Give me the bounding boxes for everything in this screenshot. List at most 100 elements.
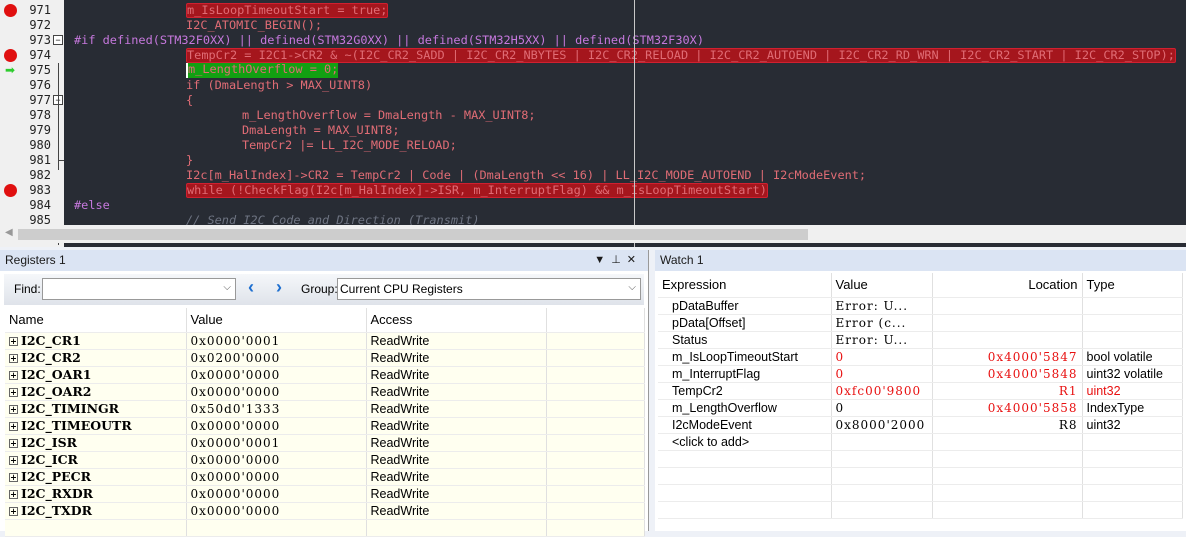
code-line[interactable]: I2c[m_HalIndex]->CR2 = TempCr2 | Code | … — [186, 168, 866, 183]
find-input[interactable]: ⌵ — [42, 278, 236, 300]
watch-expression[interactable]: Status — [658, 331, 832, 349]
expand-icon[interactable]: + — [9, 405, 18, 414]
watch-value[interactable]: 0xfc00'9800 — [831, 382, 933, 400]
code-line[interactable]: } — [186, 153, 193, 168]
next-icon[interactable]: › — [276, 277, 282, 298]
watch-row[interactable]: TempCr2 0xfc00'9800 R1 uint32 — [658, 382, 1183, 400]
register-row[interactable]: + I2C_TIMINGR 0x50d0'1333 ReadWrite — [5, 400, 645, 418]
group-select[interactable]: Current CPU Registers ⌵ — [337, 278, 641, 300]
pin-icon[interactable]: ⊥ — [611, 254, 627, 266]
code-line[interactable]: TempCr2 = I2C1->CR2 & ~(I2C_CR2_SADD | I… — [186, 48, 1176, 63]
code-line[interactable]: m_LengthOverflow = DmaLength - MAX_UINT8… — [242, 108, 536, 123]
add-watch-row[interactable]: <click to add> — [658, 433, 1183, 451]
watch-value[interactable]: 0 — [831, 399, 933, 417]
watch-row[interactable]: Status Error: U... — [658, 331, 1183, 349]
register-row[interactable]: + I2C_OAR1 0x0000'0000 ReadWrite — [5, 366, 645, 384]
horizontal-scrollbar[interactable]: ◀ — [0, 225, 1186, 243]
watch-row[interactable]: m_LengthOverflow 0 0x4000'5858 IndexType — [658, 399, 1183, 417]
column-header-value[interactable]: Value — [831, 273, 933, 298]
previous-icon[interactable]: ‹ — [248, 277, 254, 298]
chevron-down-icon[interactable]: ⌵ — [223, 282, 231, 293]
code-line[interactable]: #if defined(STM32F0XX) || defined(STM32G… — [74, 33, 704, 48]
close-icon[interactable]: ✕ — [627, 254, 642, 266]
watch-value[interactable]: 0x8000'2000 — [831, 416, 933, 434]
chevron-down-icon[interactable]: ⌵ — [628, 282, 636, 293]
watch-expression[interactable]: m_IsLoopTimeoutStart — [658, 348, 832, 366]
register-value[interactable]: 0x0000'0000 — [186, 383, 367, 401]
register-value[interactable]: 0x0000'0001 — [186, 434, 367, 452]
scroll-left-icon[interactable]: ◀ — [5, 227, 13, 238]
watch-value[interactable]: 0 — [831, 348, 933, 366]
column-header-type[interactable]: Type — [1082, 273, 1183, 298]
expand-icon[interactable]: + — [9, 354, 18, 363]
watch-row[interactable]: m_InterruptFlag 0 0x4000'5848 uint32 volati… — [658, 365, 1183, 383]
code-line[interactable]: { — [186, 93, 193, 108]
register-row[interactable]: + I2C_TXDR 0x0000'0000 ReadWrite — [5, 502, 645, 520]
watch-row[interactable]: pData[Offset] Error (c... — [658, 314, 1183, 332]
expand-icon[interactable]: + — [9, 371, 18, 380]
dropdown-icon[interactable]: ▼ — [594, 254, 611, 266]
column-header-location[interactable]: Location — [932, 273, 1083, 298]
register-value[interactable]: 0x0000'0001 — [186, 332, 367, 350]
expand-icon[interactable]: + — [9, 456, 18, 465]
watch-value[interactable]: Error: U... — [831, 331, 933, 349]
code-line[interactable]: m_LengthOverflow = 0; — [186, 63, 339, 78]
column-header-name[interactable]: Name — [5, 308, 187, 333]
expand-icon[interactable]: + — [9, 337, 18, 346]
register-row[interactable]: + I2C_CR1 0x0000'0001 ReadWrite — [5, 332, 645, 350]
register-row[interactable]: + I2C_ISR 0x0000'0001 ReadWrite — [5, 434, 645, 452]
register-value[interactable]: 0x0200'0000 — [186, 349, 367, 367]
breakpoint-icon[interactable] — [4, 4, 17, 17]
column-header-expression[interactable]: Expression — [658, 273, 832, 298]
register-row[interactable]: + I2C_TIMEOUTR 0x0000'0000 ReadWrite — [5, 417, 645, 435]
watch-row[interactable]: I2cModeEvent 0x8000'2000 R8 uint32 — [658, 416, 1183, 434]
breakpoint-icon[interactable] — [4, 184, 17, 197]
register-value[interactable]: 0x0000'0000 — [186, 366, 367, 384]
add-watch-placeholder[interactable]: <click to add> — [658, 433, 832, 451]
expand-icon[interactable]: + — [9, 388, 18, 397]
watch-expression[interactable]: pData[Offset] — [658, 314, 832, 332]
register-value[interactable]: 0x0000'0000 — [186, 468, 367, 486]
watch-expression[interactable]: I2cModeEvent — [658, 416, 832, 434]
register-row[interactable]: + I2C_OAR2 0x0000'0000 ReadWrite — [5, 383, 645, 401]
code-line[interactable]: m_IsLoopTimeoutStart = true; — [186, 3, 389, 18]
editor-gutter[interactable]: 971972973−974➡975976977−9789799809819829… — [0, 0, 64, 247]
expand-icon[interactable]: + — [9, 507, 18, 516]
scrollbar-thumb[interactable] — [18, 229, 808, 240]
breakpoint-icon[interactable] — [4, 49, 17, 62]
watch-value[interactable]: Error: U... — [831, 297, 933, 315]
expand-icon[interactable]: + — [9, 473, 18, 482]
register-value[interactable]: 0x0000'0000 — [186, 485, 367, 503]
register-value[interactable]: 0x0000'0000 — [186, 417, 367, 435]
fold-toggle-icon[interactable]: − — [53, 35, 63, 45]
code-editor[interactable]: 971972973−974➡975976977−9789799809819829… — [0, 0, 1186, 247]
watch-expression[interactable]: pDataBuffer — [658, 297, 832, 315]
code-line[interactable]: while (!CheckFlag(I2c[m_HalIndex]->ISR, … — [186, 183, 768, 198]
code-line[interactable]: #else — [74, 198, 110, 213]
watch-row[interactable]: m_IsLoopTimeoutStart 0 0x4000'5847 bool vol… — [658, 348, 1183, 366]
expand-icon[interactable]: + — [9, 490, 18, 499]
watch-location: R8 — [932, 416, 1083, 434]
watch-row[interactable]: pDataBuffer Error: U... — [658, 297, 1183, 315]
register-row[interactable]: + I2C_PECR 0x0000'0000 ReadWrite — [5, 468, 645, 486]
empty-row — [658, 484, 1183, 502]
register-value[interactable]: 0x0000'0000 — [186, 451, 367, 469]
code-line[interactable]: I2C_ATOMIC_BEGIN(); — [186, 18, 322, 33]
watch-expression[interactable]: TempCr2 — [658, 382, 832, 400]
watch-expression[interactable]: m_InterruptFlag — [658, 365, 832, 383]
register-row[interactable]: + I2C_ICR 0x0000'0000 ReadWrite — [5, 451, 645, 469]
code-line[interactable]: if (DmaLength > MAX_UINT8) — [186, 78, 372, 93]
column-header-value[interactable]: Value — [186, 308, 367, 333]
register-value[interactable]: 0x50d0'1333 — [186, 400, 367, 418]
watch-value[interactable]: Error (c... — [831, 314, 933, 332]
column-header-access[interactable]: Access — [366, 308, 547, 333]
watch-value[interactable]: 0 — [831, 365, 933, 383]
register-value[interactable]: 0x0000'0000 — [186, 502, 367, 520]
code-line[interactable]: TempCr2 |= LL_I2C_MODE_RELOAD; — [242, 138, 457, 153]
code-line[interactable]: DmaLength = MAX_UINT8; — [242, 123, 400, 138]
register-row[interactable]: + I2C_CR2 0x0200'0000 ReadWrite — [5, 349, 645, 367]
expand-icon[interactable]: + — [9, 422, 18, 431]
register-row[interactable]: + I2C_RXDR 0x0000'0000 ReadWrite — [5, 485, 645, 503]
watch-expression[interactable]: m_LengthOverflow — [658, 399, 832, 417]
expand-icon[interactable]: + — [9, 439, 18, 448]
